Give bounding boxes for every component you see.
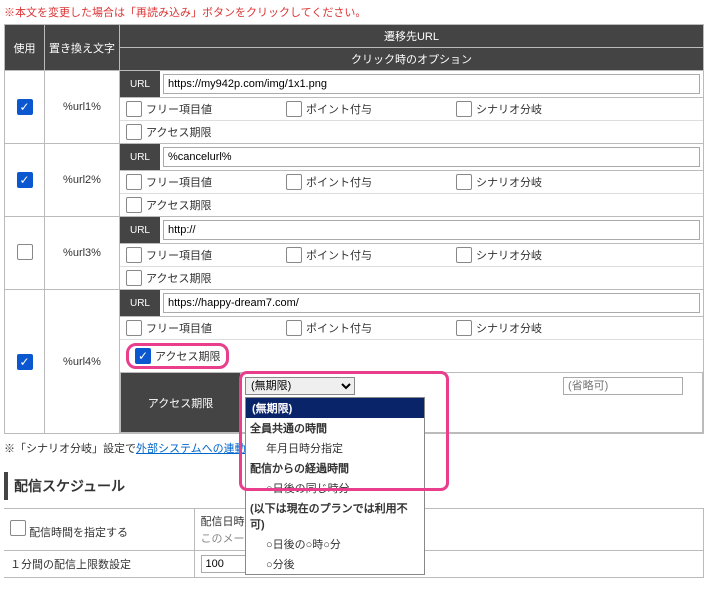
table-row: %url3%URL フリー項目値 ポイント付与 シナリオ分岐アクセス期限 (5, 217, 704, 290)
scenario-checkbox[interactable] (456, 247, 472, 263)
access-period-table: アクセス期限(無期限)(無期限)全員共通の時間年月日時分指定配信からの経過時間○… (120, 372, 703, 433)
access-period-select[interactable]: (無期限) (245, 377, 355, 395)
url-input[interactable] (163, 74, 700, 94)
scenario-label: シナリオ分岐 (476, 101, 542, 117)
url-label: URL (120, 290, 160, 316)
free-item-checkbox[interactable] (126, 174, 142, 190)
point-label: ポイント付与 (306, 247, 372, 263)
specify-time-checkbox[interactable] (10, 520, 26, 536)
option-plan-min[interactable]: ○分後 (246, 554, 424, 574)
option-common-datetime[interactable]: 年月日時分指定 (246, 438, 424, 458)
url-label: URL (120, 144, 160, 170)
point-label: ポイント付与 (306, 320, 372, 336)
access-label: アクセス期限 (146, 124, 211, 140)
limit-label: １分間の配信上限数設定 (4, 551, 194, 578)
group-plan-unavailable: (以下は現在のプランでは利用不可) (246, 498, 424, 534)
access-period-header: アクセス期限 (121, 373, 241, 433)
replace-token: %url3% (45, 217, 120, 290)
header-click-options: クリック時のオプション (120, 48, 704, 71)
group-common: 全員共通の時間 (246, 418, 424, 438)
access-checkbox[interactable] (135, 348, 151, 364)
use-checkbox[interactable] (17, 354, 33, 370)
url-input[interactable] (163, 220, 700, 240)
replace-token: %url2% (45, 144, 120, 217)
replace-token: %url4% (45, 290, 120, 434)
scenario-checkbox[interactable] (456, 320, 472, 336)
access-label: アクセス期限 (155, 348, 220, 364)
point-checkbox[interactable] (286, 247, 302, 263)
free-item-label: フリー項目値 (146, 174, 212, 190)
free-item-label: フリー項目値 (146, 320, 212, 336)
free-item-checkbox[interactable] (126, 247, 142, 263)
header-transition: 遷移先URL (120, 25, 704, 48)
access-checkbox[interactable] (126, 124, 142, 140)
use-checkbox[interactable] (17, 99, 33, 115)
scenario-label: シナリオ分岐 (476, 320, 542, 336)
option-elapsed-same[interactable]: ○日後の同じ時分 (246, 478, 424, 498)
url-label: URL (120, 71, 160, 97)
url-input[interactable] (163, 147, 700, 167)
option-plan-hm[interactable]: ○日後の○時○分 (246, 534, 424, 554)
table-row: %url2%URL フリー項目値 ポイント付与 シナリオ分岐アクセス期限 (5, 144, 704, 217)
group-elapsed: 配信からの経過時間 (246, 458, 424, 478)
scenario-checkbox[interactable] (456, 101, 472, 117)
access-period-dropdown: (無期限)全員共通の時間年月日時分指定配信からの経過時間○日後の同じ時分(以下は… (245, 397, 425, 575)
scenario-label: シナリオ分岐 (476, 174, 542, 190)
use-checkbox[interactable] (17, 244, 33, 260)
access-highlight: アクセス期限 (126, 343, 229, 369)
point-label: ポイント付与 (306, 174, 372, 190)
header-use: 使用 (5, 25, 45, 71)
free-item-label: フリー項目値 (146, 101, 212, 117)
reload-note: ※本文を変更した場合は「再読み込み」ボタンをクリックしてください。 (4, 4, 716, 20)
access-label: アクセス期限 (146, 270, 211, 286)
free-item-checkbox[interactable] (126, 320, 142, 336)
point-checkbox[interactable] (286, 174, 302, 190)
point-checkbox[interactable] (286, 320, 302, 336)
option-unlimited[interactable]: (無期限) (246, 398, 424, 418)
replace-token: %url1% (45, 71, 120, 144)
access-checkbox[interactable] (126, 197, 142, 213)
url-settings-table: 使用 置き換え文字 遷移先URL クリック時のオプション %url1%URLフリ… (4, 24, 704, 434)
access-extra-input[interactable] (563, 377, 683, 395)
scenario-checkbox[interactable] (456, 174, 472, 190)
url-input[interactable] (163, 293, 700, 313)
specify-time-label: 配信時間を指定する (29, 527, 128, 539)
free-item-label: フリー項目値 (146, 247, 212, 263)
header-replace: 置き換え文字 (45, 25, 120, 71)
url-label: URL (120, 217, 160, 243)
table-row: %url1%URL フリー項目値 ポイント付与 シナリオ分岐アクセス期限 (5, 71, 704, 144)
scenario-label: シナリオ分岐 (476, 247, 542, 263)
point-checkbox[interactable] (286, 101, 302, 117)
table-row: %url4%URLフリー項目値ポイント付与シナリオ分岐アクセス期限アクセス期限(… (5, 290, 704, 434)
free-item-checkbox[interactable] (126, 101, 142, 117)
point-label: ポイント付与 (306, 101, 372, 117)
use-checkbox[interactable] (17, 172, 33, 188)
access-checkbox[interactable] (126, 270, 142, 286)
access-label: アクセス期限 (146, 197, 211, 213)
